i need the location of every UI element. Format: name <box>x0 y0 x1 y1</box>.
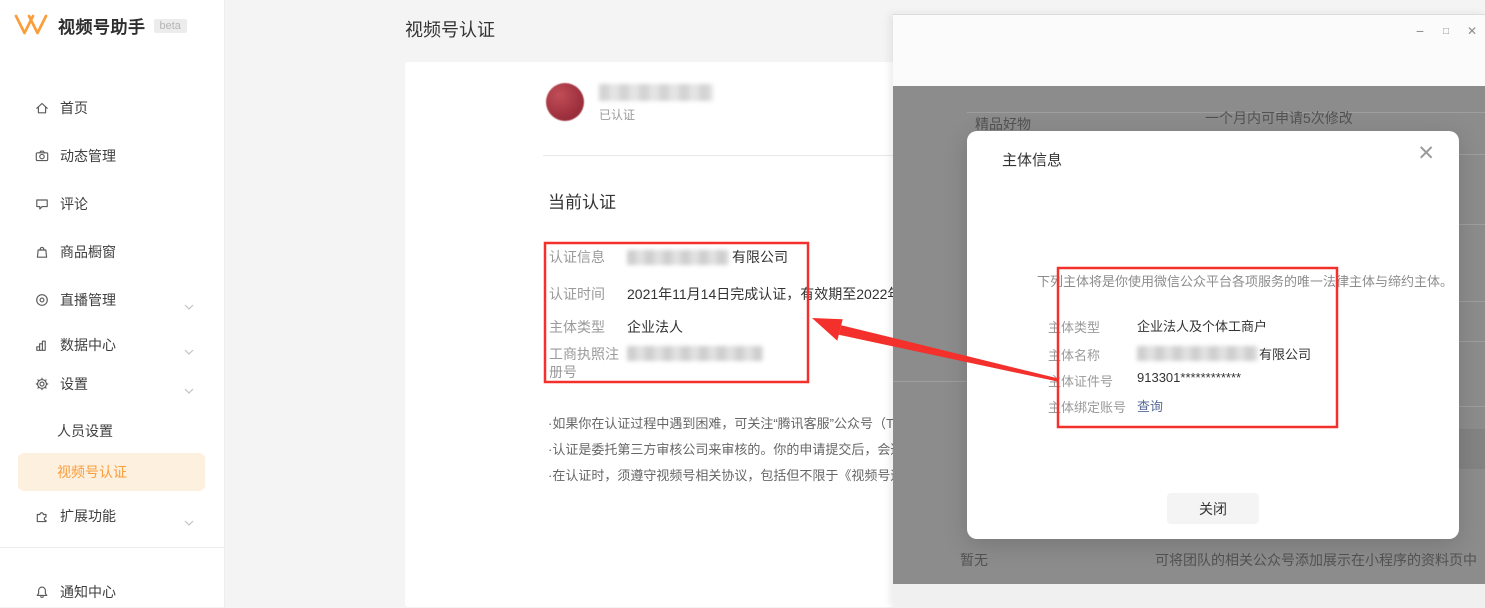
minimize-button[interactable]: − <box>1407 20 1433 42</box>
bg-none-label: 暂无 <box>960 550 988 570</box>
modal-field-value: 913301************ <box>1137 370 1241 385</box>
modal-field-label: 主体名称 <box>1048 345 1100 364</box>
overlay-window: − □ ✕ 精品好物 一个月内可申请5次修改 暂无 可将团队的相关公众号添加展示… <box>893 14 1485 607</box>
maximize-button[interactable]: □ <box>1433 20 1459 42</box>
channels-logo-icon <box>14 13 48 38</box>
modal-field-label: 主体证件号 <box>1048 371 1113 390</box>
dim-divider <box>1459 406 1485 407</box>
beta-badge: beta <box>154 19 187 33</box>
sidebar: 视频号助手 beta 首页 动态管理 评论 商品橱窗 直播管理 数据中心 设置 … <box>0 0 225 607</box>
redacted-company-name <box>627 250 729 265</box>
sidebar-item-label: 扩展功能 <box>60 506 116 526</box>
note-line: ·如果你在认证过程中遇到困难，可关注“腾讯客服”公众号（Tencent_ <box>548 413 939 432</box>
app-logo-row: 视频号助手 beta <box>14 13 187 38</box>
bg-modify-hint: 一个月内可申请5次修改 <box>1205 108 1353 128</box>
dim-divider <box>893 381 967 382</box>
bell-icon <box>34 584 50 600</box>
puzzle-icon <box>34 508 50 524</box>
verified-status: 已认证 <box>599 106 635 123</box>
sidebar-item-settings[interactable]: 设置 <box>34 372 204 396</box>
gear-icon <box>34 376 50 392</box>
sidebar-item-label: 商品橱窗 <box>60 242 116 262</box>
close-icon[interactable]: ✕ <box>1417 141 1435 166</box>
chevron-down-icon <box>184 342 194 358</box>
avatar <box>546 83 584 121</box>
dim-row-band <box>1459 429 1485 469</box>
sidebar-item-live[interactable]: 直播管理 <box>34 288 204 312</box>
dim-divider <box>1459 224 1485 225</box>
sidebar-item-product-window[interactable]: 商品橱窗 <box>34 240 204 264</box>
subject-info-modal: 主体信息 ✕ 下列主体将是你使用微信公众平台各项服务的唯一法律主体与缔约主体。 … <box>967 131 1459 539</box>
sub-item-label: 视频号认证 <box>57 462 127 482</box>
modal-field-value: 企业法人及个体工商户 <box>1137 316 1267 335</box>
live-icon <box>34 292 50 308</box>
home-icon <box>34 100 50 116</box>
sidebar-divider <box>0 547 224 548</box>
redacted-license-number <box>627 346 763 361</box>
chevron-down-icon <box>184 381 194 397</box>
close-modal-button[interactable]: 关闭 <box>1167 493 1259 524</box>
field-value: 企业法人 <box>627 317 683 337</box>
sidebar-item-moments[interactable]: 动态管理 <box>34 144 204 168</box>
account-name-redacted <box>599 84 713 101</box>
sidebar-item-data-center[interactable]: 数据中心 <box>34 333 204 357</box>
sidebar-item-channels-verification[interactable]: 视频号认证 <box>18 453 205 491</box>
sidebar-item-extensions[interactable]: 扩展功能 <box>34 504 204 528</box>
bag-icon <box>34 244 50 260</box>
modal-intro-text: 下列主体将是你使用微信公众平台各项服务的唯一法律主体与缔约主体。 <box>1037 271 1453 290</box>
sub-item-label: 人员设置 <box>57 423 113 439</box>
sidebar-item-staff-settings[interactable]: 人员设置 <box>57 421 113 441</box>
field-label: 认证信息 <box>549 248 623 266</box>
redacted-subject-name <box>1137 346 1258 361</box>
close-window-button[interactable]: ✕ <box>1459 20 1485 42</box>
sidebar-item-notifications[interactable]: 通知中心 <box>34 580 204 604</box>
window-controls: − □ ✕ <box>1407 20 1485 42</box>
sidebar-item-label: 动态管理 <box>60 146 116 166</box>
chevron-down-icon <box>184 513 194 529</box>
company-suffix: 有限公司 <box>732 247 788 267</box>
sidebar-item-home[interactable]: 首页 <box>34 96 204 120</box>
field-value: 有限公司 <box>627 247 788 267</box>
dim-divider <box>1459 301 1485 302</box>
field-value <box>627 346 763 361</box>
sidebar-item-label: 首页 <box>60 98 88 118</box>
chevron-down-icon <box>184 297 194 313</box>
window-bottom-strip <box>893 584 1485 608</box>
page-title: 视频号认证 <box>405 16 495 42</box>
camera-icon <box>34 148 50 164</box>
section-title: 当前认证 <box>548 188 616 213</box>
modal-field-label: 主体绑定账号 <box>1048 397 1126 416</box>
sidebar-item-label: 设置 <box>60 374 88 394</box>
subject-suffix: 有限公司 <box>1259 344 1311 363</box>
modal-field-value: 有限公司 <box>1137 344 1311 363</box>
modal-title: 主体信息 <box>1002 149 1062 170</box>
sidebar-item-label: 直播管理 <box>60 290 116 310</box>
query-link[interactable]: 查询 <box>1137 396 1163 415</box>
comment-icon <box>34 196 50 212</box>
chart-icon <box>34 337 50 353</box>
sidebar-item-label: 评论 <box>60 194 88 214</box>
field-label: 工商执照注册号 <box>549 345 623 381</box>
field-label: 认证时间 <box>549 285 623 303</box>
sidebar-item-comments[interactable]: 评论 <box>34 192 204 216</box>
dim-divider <box>1459 154 1485 155</box>
modal-field-label: 主体类型 <box>1048 317 1100 336</box>
sidebar-item-label: 通知中心 <box>60 582 116 602</box>
app-title: 视频号助手 <box>58 13 146 38</box>
field-label: 主体类型 <box>549 318 623 336</box>
sidebar-item-label: 数据中心 <box>60 335 116 355</box>
bg-account-hint: 可将团队的相关公众号添加展示在小程序的资料页中 <box>1155 550 1477 570</box>
dim-divider <box>1459 341 1485 342</box>
